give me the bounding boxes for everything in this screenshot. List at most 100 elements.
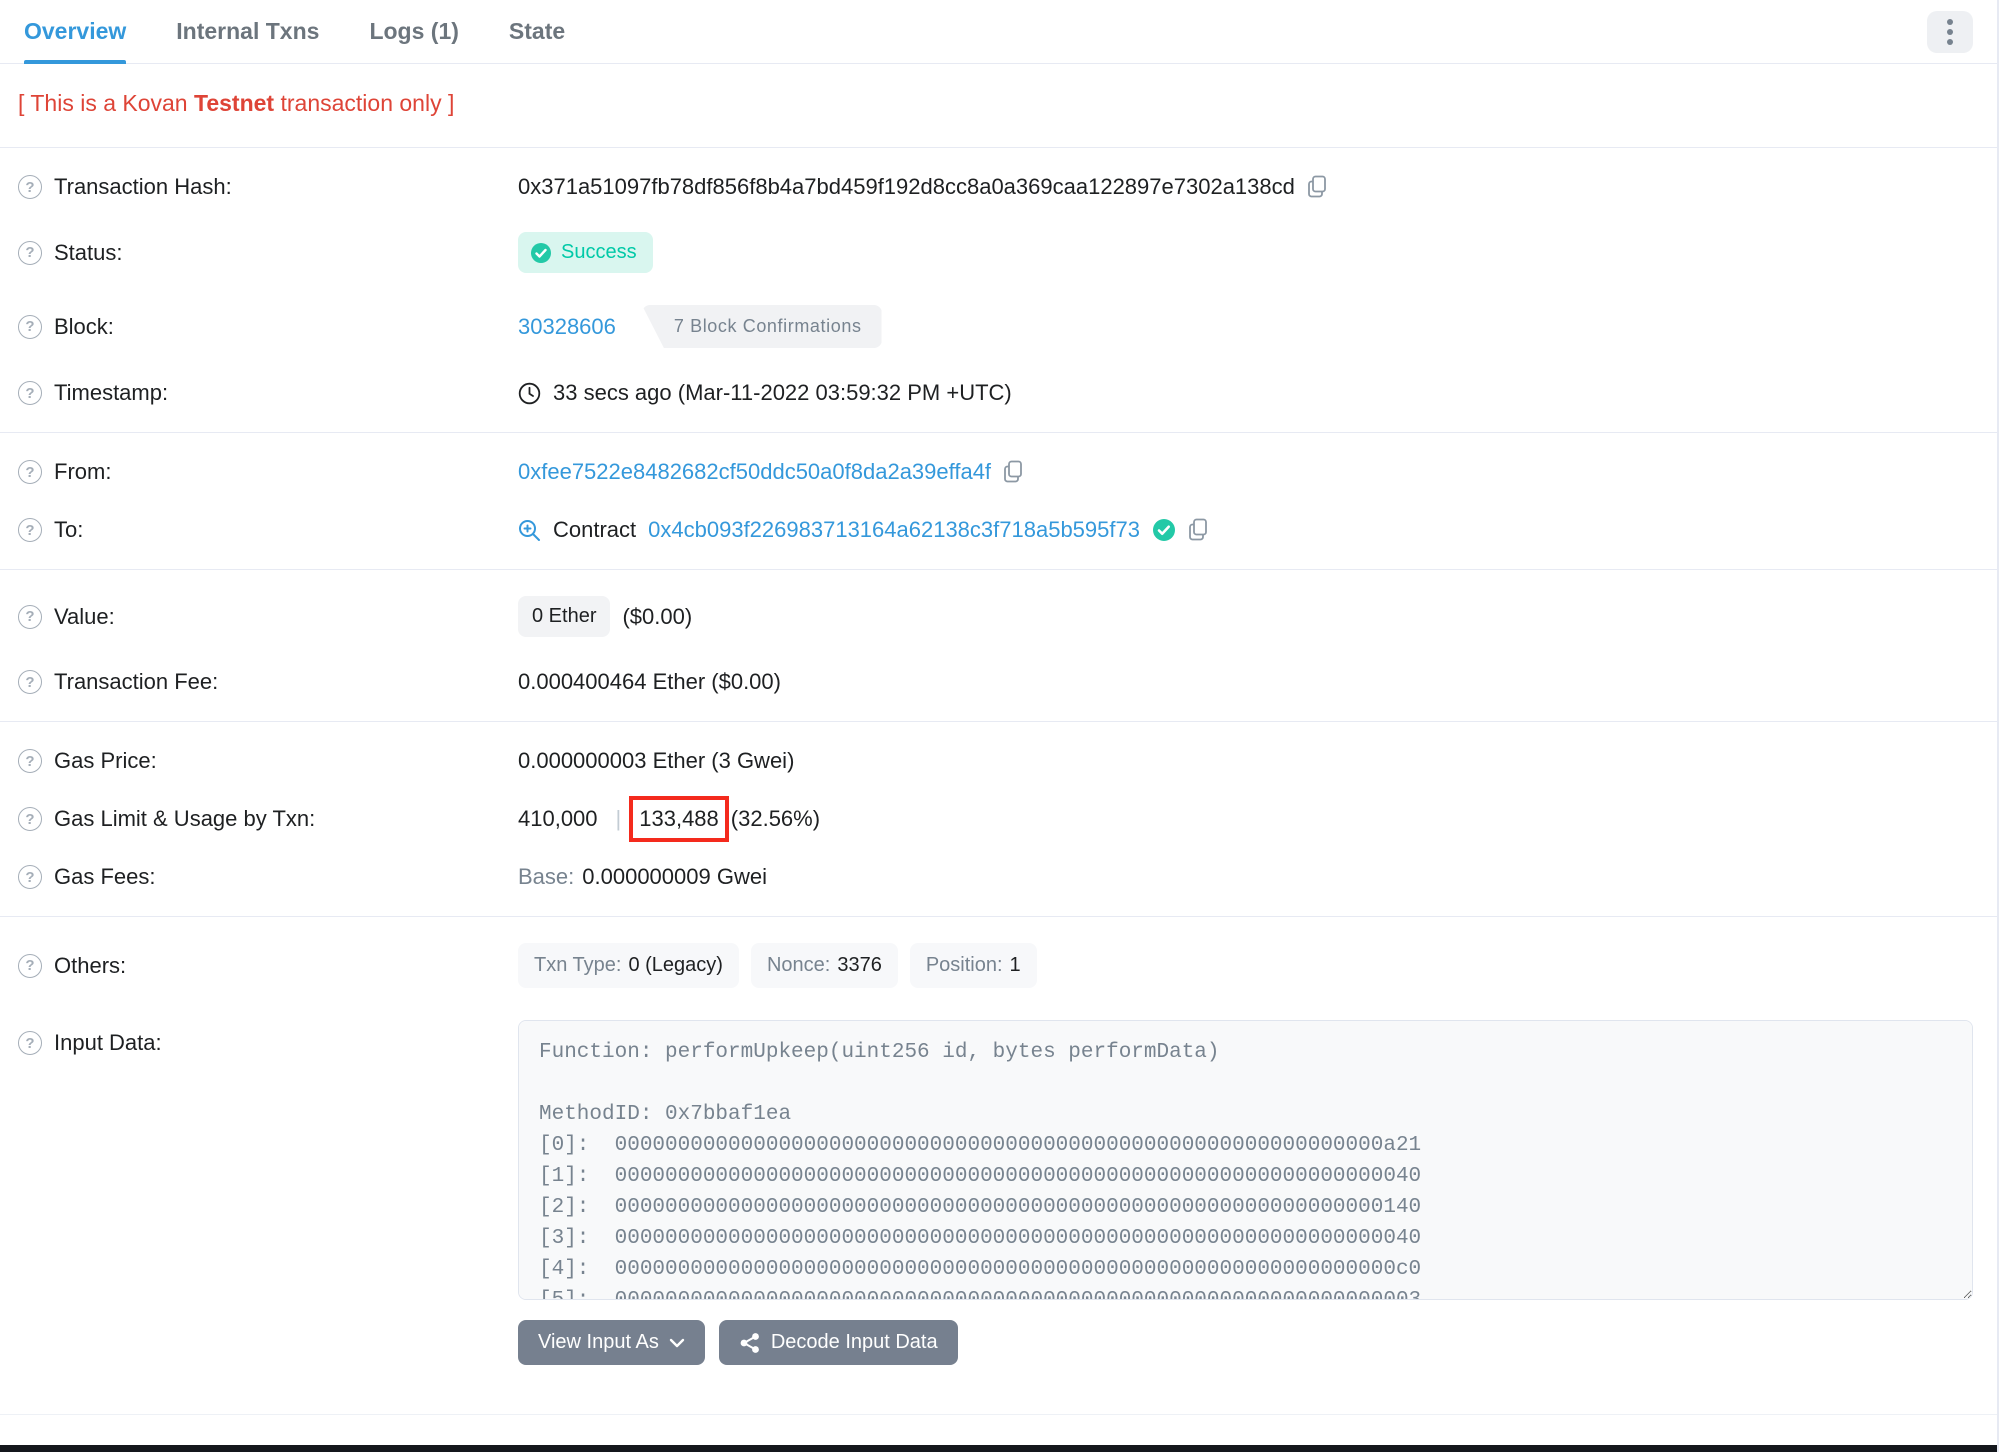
copy-icon: [1189, 518, 1207, 541]
row-transaction-fee: Transaction Fee: 0.000400464 Ether ($0.0…: [0, 653, 1997, 711]
help-icon: [18, 604, 42, 629]
footer-divider: [0, 1389, 1997, 1415]
gas-fees-label-cell: Gas Fees:: [18, 864, 518, 890]
help-icon: [18, 240, 42, 265]
transaction-hash-label-cell: Transaction Hash:: [18, 174, 518, 200]
group-value-fee: Value: 0 Ether ($0.00) Transaction Fee: …: [0, 570, 1997, 722]
tab-internal-txns-label: Internal Txns: [176, 18, 320, 44]
transaction-fee-label-cell: Transaction Fee:: [18, 669, 518, 695]
help-icon: [18, 670, 42, 694]
txn-type-badge-value: 0 (Legacy): [628, 954, 723, 976]
block-label: Block:: [54, 313, 114, 339]
nonce-badge-label: Nonce:: [766, 954, 831, 976]
status-badge: Success: [518, 232, 653, 273]
input-data-label-cell: Input Data:: [18, 1020, 518, 1056]
row-timestamp: Timestamp: 33 secs ago (Mar-11-2022 03:5…: [0, 364, 1997, 422]
status-badge-label: Success: [561, 241, 637, 263]
timestamp-label-cell: Timestamp:: [18, 380, 518, 406]
check-circle-icon: [531, 242, 551, 263]
input-data-actions: View Input As Decode Input Data: [0, 1304, 1997, 1379]
tab-logs-label: Logs (1): [369, 18, 459, 44]
tab-overview-label: Overview: [24, 18, 127, 44]
timestamp-label: Timestamp:: [54, 380, 169, 405]
tab-state-label: State: [508, 18, 566, 44]
group-transaction-info: Transaction Hash: 0x371a51097fb78df856f8…: [0, 148, 1997, 433]
row-block: Block: 30328606 7 Block Confirmations: [0, 289, 1997, 364]
nonce-badge-value: 3376: [837, 954, 882, 976]
nonce-badge: Nonce: 3376: [750, 943, 898, 988]
view-input-as-label: View Input As: [538, 1331, 659, 1353]
position-badge-label: Position:: [925, 954, 1003, 976]
transaction-fee-label: Transaction Fee:: [54, 669, 219, 694]
row-gas-price: Gas Price: 0.000000003 Ether (3 Gwei): [0, 732, 1997, 790]
copy-from-address-button[interactable]: [1003, 460, 1025, 484]
row-input-data: Input Data: Function: performUpkeep(uint…: [0, 1004, 1997, 1304]
row-value: Value: 0 Ether ($0.00): [0, 580, 1997, 653]
to-address-link[interactable]: 0x4cb093f226983713164a62138c3f718a5b595f…: [648, 517, 1140, 543]
help-icon: [18, 749, 42, 773]
input-data-label: Input Data:: [54, 1030, 162, 1055]
tab-internal-txns[interactable]: Internal Txns: [176, 0, 319, 63]
row-gas-fees: Gas Fees: Base: 0.000000009 Gwei: [0, 848, 1997, 906]
value-usd: ($0.00): [622, 603, 693, 629]
input-data-textarea[interactable]: Function: performUpkeep(uint256 id, byte…: [518, 1020, 1973, 1300]
chevron-down-icon: [669, 1338, 685, 1347]
tab-logs[interactable]: Logs (1): [369, 0, 458, 63]
row-to: To: Contract 0x4cb093f226983713164a62138…: [0, 501, 1997, 559]
timestamp-value: 33 secs ago (Mar-11-2022 03:59:32 PM +UT…: [553, 380, 1012, 405]
tab-bar: Overview Internal Txns Logs (1) State: [0, 0, 1997, 64]
transaction-fee-value: 0.000400464 Ether ($0.00): [518, 669, 781, 694]
tab-overview[interactable]: Overview: [24, 0, 127, 64]
row-others: Others: Txn Type: 0 (Legacy) Nonce: 3376…: [0, 927, 1997, 1004]
group-others-input: Others: Txn Type: 0 (Legacy) Nonce: 3376…: [0, 917, 1997, 1389]
bottom-edge-bar: [0, 1445, 1997, 1452]
help-icon: [18, 460, 42, 484]
decode-input-data-label: Decode Input Data: [770, 1331, 938, 1353]
tab-state[interactable]: State: [509, 0, 565, 63]
view-input-as-button[interactable]: View Input As: [518, 1320, 705, 1365]
zoom-in-icon: [519, 519, 540, 541]
testnet-notice: [ This is a Kovan Testnet transaction on…: [0, 64, 1997, 148]
copy-to-address-button[interactable]: [1188, 518, 1210, 542]
gas-limit-value: 410,000: [518, 806, 598, 831]
value-ether-badge: 0 Ether: [518, 596, 611, 637]
gas-fees-base-label: Base:: [518, 864, 575, 889]
to-label-cell: To:: [18, 517, 518, 543]
row-from: From: 0xfee7522e8482682cf50ddc50a0f8da2a…: [0, 443, 1997, 501]
block-label-cell: Block:: [18, 314, 518, 340]
gas-fees-label: Gas Fees:: [54, 864, 156, 889]
value-label: Value:: [54, 603, 115, 629]
row-status: Status: Success: [0, 216, 1997, 289]
help-icon: [18, 175, 42, 199]
testnet-notice-suffix: transaction only ]: [274, 90, 455, 116]
position-badge: Position: 1: [909, 943, 1037, 988]
help-icon: [18, 807, 42, 831]
verified-check-icon: [1152, 519, 1175, 541]
gas-used-value-highlighted: 133,488: [629, 796, 729, 842]
zoom-in-contract-button[interactable]: [518, 519, 541, 542]
decode-input-data-button[interactable]: Decode Input Data: [718, 1320, 958, 1365]
from-label: From:: [54, 459, 112, 484]
gas-price-value: 0.000000003 Ether (3 Gwei): [518, 748, 795, 773]
testnet-notice-bold: Testnet: [194, 90, 275, 116]
copy-transaction-hash-button[interactable]: [1307, 175, 1329, 199]
copy-icon: [1004, 460, 1022, 483]
others-label: Others:: [54, 952, 127, 978]
gas-price-label-cell: Gas Price:: [18, 748, 518, 774]
gas-limit-label: Gas Limit & Usage by Txn:: [54, 806, 316, 831]
value-label-cell: Value:: [18, 604, 518, 630]
from-address-link[interactable]: 0xfee7522e8482682cf50ddc50a0f8da2a39effa…: [518, 459, 991, 485]
transaction-hash-label: Transaction Hash:: [54, 174, 232, 199]
copy-icon: [1307, 175, 1326, 198]
status-label: Status:: [54, 239, 123, 265]
gas-used-percent: (32.56%): [730, 806, 821, 831]
row-gas-limit-usage: Gas Limit & Usage by Txn: 410,000 | 133,…: [0, 790, 1997, 848]
group-gas: Gas Price: 0.000000003 Ether (3 Gwei) Ga…: [0, 722, 1997, 917]
help-icon: [18, 865, 42, 889]
block-number-link[interactable]: 30328606: [518, 314, 616, 340]
testnet-notice-prefix: [ This is a Kovan: [18, 90, 194, 116]
position-badge-value: 1: [1009, 954, 1021, 976]
more-options-button[interactable]: [1927, 10, 1973, 53]
help-icon: [18, 518, 42, 542]
gas-price-label: Gas Price:: [54, 748, 157, 773]
